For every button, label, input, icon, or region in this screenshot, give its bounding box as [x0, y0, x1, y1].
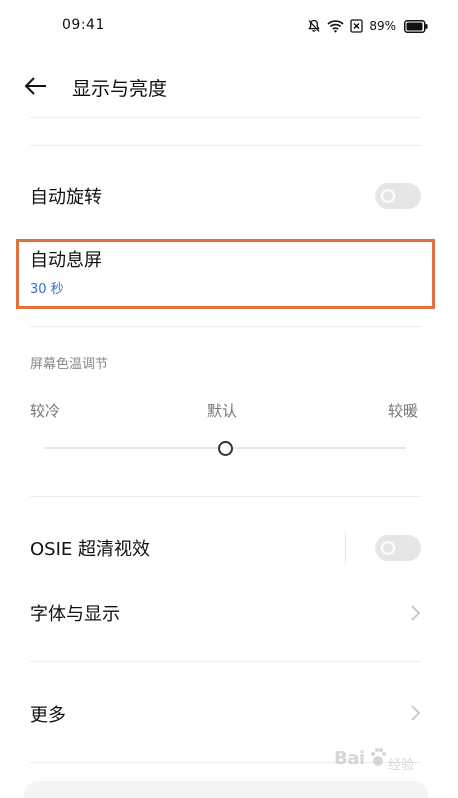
baidu-watermark: Bai 经验: [334, 742, 434, 782]
color-temp-default-label: 默认: [207, 402, 238, 420]
divider: [30, 117, 422, 118]
status-bar: 09:41 89%: [0, 0, 458, 52]
watermark-sub: 经验: [388, 758, 415, 773]
battery-percent: 89%: [369, 19, 396, 33]
page-title: 显示与亮度: [72, 78, 168, 100]
osie-toggle[interactable]: [375, 535, 421, 561]
arrow-left-icon: [24, 77, 46, 95]
status-icons: 89%: [307, 17, 428, 35]
highlight-box: [16, 239, 435, 309]
back-button[interactable]: [24, 74, 52, 98]
color-temp-cold-label: 较冷: [30, 402, 61, 420]
bottom-card: [24, 781, 428, 798]
more-label: 更多: [30, 705, 66, 726]
toggle-knob: [381, 189, 395, 203]
chevron-right-icon: [411, 705, 421, 721]
watermark-brand: Bai: [334, 748, 365, 769]
divider: [30, 661, 422, 662]
sim-off-icon: [350, 19, 363, 33]
divider: [30, 326, 422, 327]
font-display-label: 字体与显示: [30, 604, 120, 625]
auto-rotate-toggle[interactable]: [375, 183, 421, 209]
wifi-icon: [327, 19, 344, 33]
mute-bell-icon: [307, 19, 321, 33]
battery-icon: [404, 19, 428, 33]
color-temp-section-title: 屏幕色温调节: [30, 357, 109, 372]
osie-label: OSIE 超清视效: [30, 539, 150, 560]
paw-icon: [371, 748, 386, 766]
divider: [30, 145, 422, 146]
color-temp-warm-label: 较暖: [388, 402, 419, 420]
toggle-knob: [381, 541, 395, 555]
auto-rotate-label: 自动旋转: [30, 187, 102, 208]
color-temp-slider-thumb[interactable]: [217, 441, 233, 456]
header: 显示与亮度: [0, 60, 458, 112]
vertical-separator: [345, 533, 346, 563]
status-time: 09:41: [62, 17, 105, 33]
divider: [30, 496, 422, 497]
chevron-right-icon: [411, 605, 421, 621]
